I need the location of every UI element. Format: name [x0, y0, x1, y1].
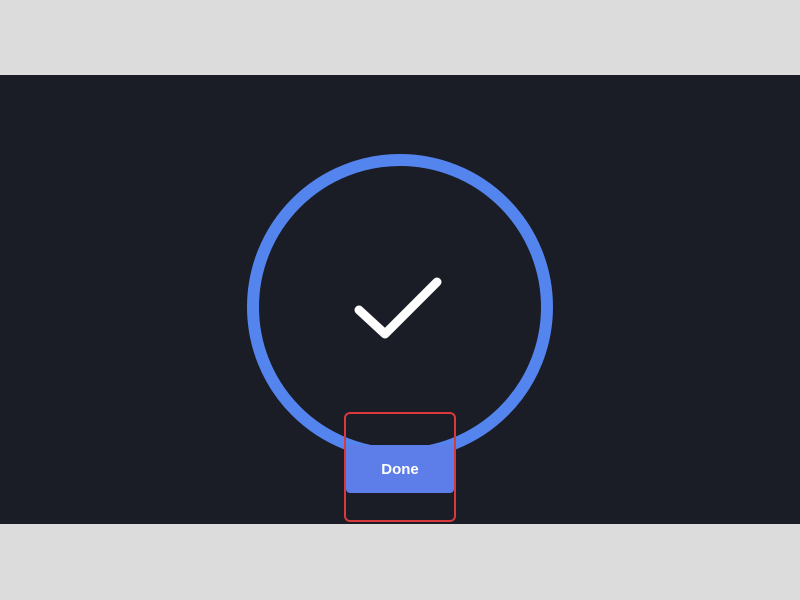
checkmark-icon [354, 277, 442, 339]
done-button[interactable]: Done [346, 445, 454, 493]
letterbox-top [0, 0, 800, 75]
letterbox-bottom [0, 524, 800, 600]
